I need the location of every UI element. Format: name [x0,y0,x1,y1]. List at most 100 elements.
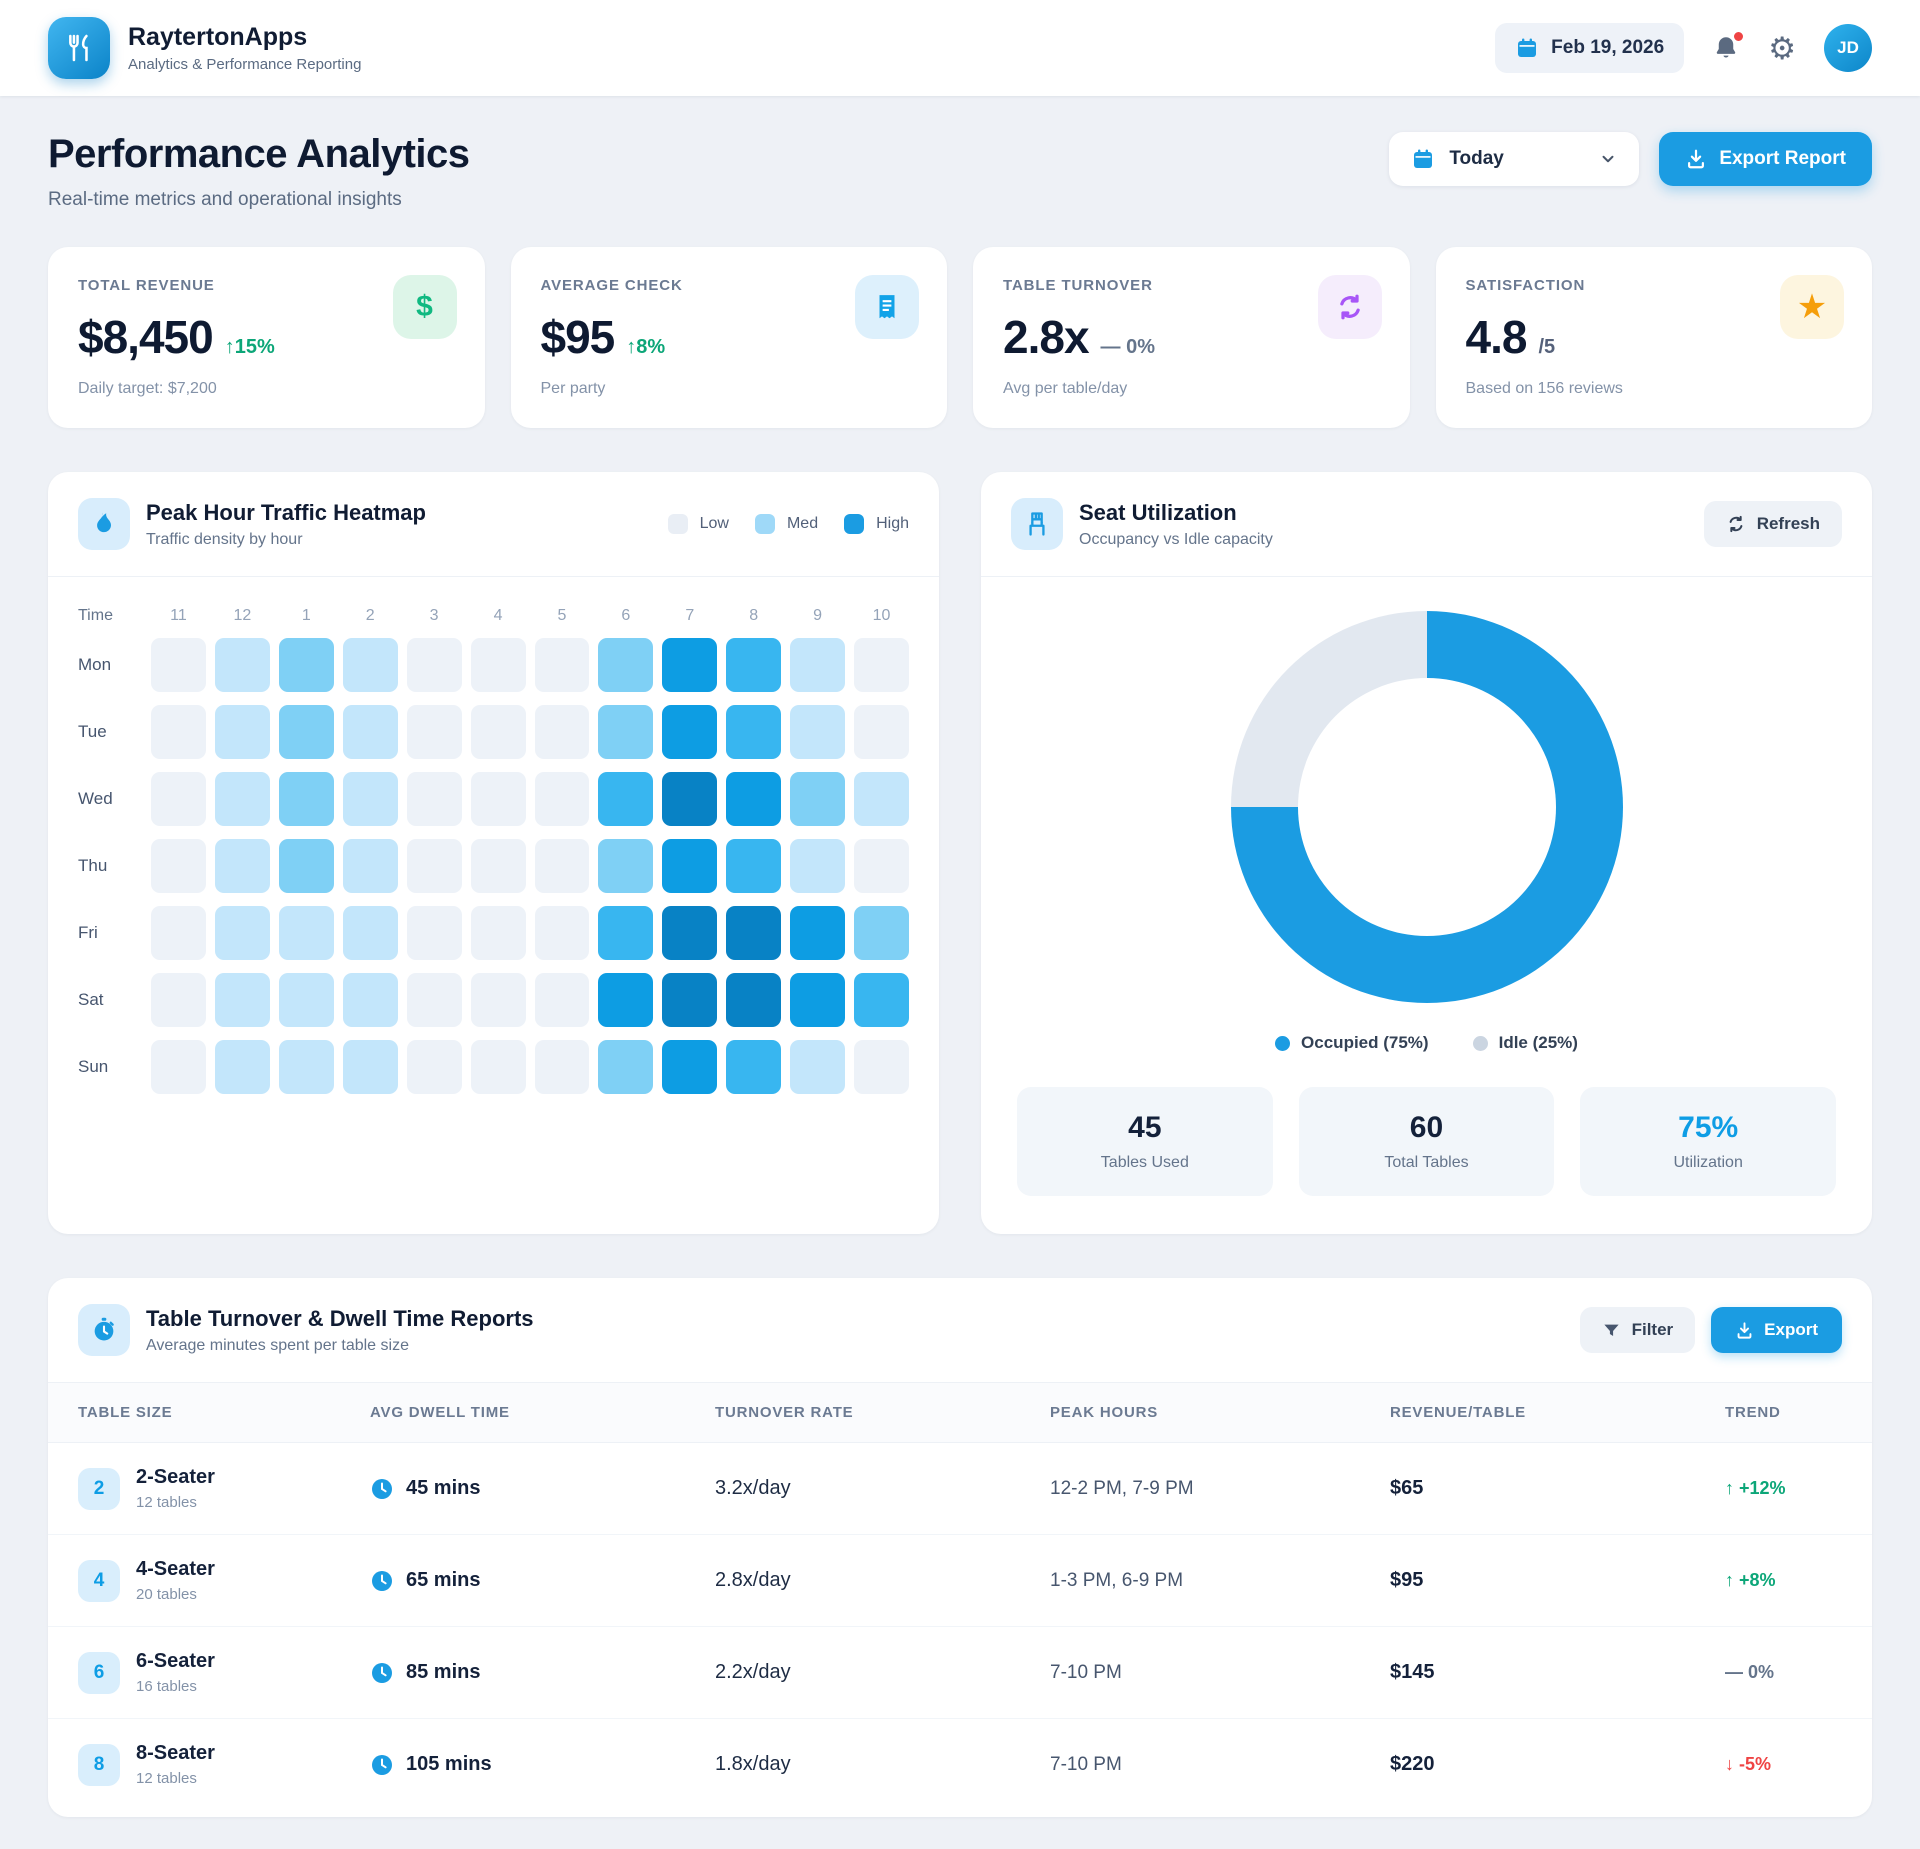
heatmap-hour-label: 5 [535,607,590,625]
heatmap-cell [407,1040,462,1094]
donut-hole [1298,678,1556,936]
table-size-cell: 8 8-Seater 12 tables [78,1742,370,1787]
heatmap-cell [535,973,590,1027]
filter-button[interactable]: Filter [1580,1307,1696,1353]
legend-swatch-low [668,514,688,534]
heatmap-hour-label: 8 [726,607,781,625]
heatmap-cell [151,705,206,759]
seat-utilization-card: Seat Utilization Occupancy vs Idle capac… [981,472,1872,1234]
revenue-cell: $145 [1390,1661,1725,1684]
heatmap-cell [854,638,909,692]
table-size-name: 2-Seater [136,1466,215,1489]
kpi-value: 2.8x [1003,310,1089,364]
heatmap-cell [407,705,462,759]
dollar-icon: $ [416,290,433,324]
date-chip[interactable]: Feb 19, 2026 [1495,23,1684,73]
heatmap-cell [407,638,462,692]
table-count: 16 tables [136,1678,215,1695]
clock-icon [370,1569,394,1593]
dwell-time-cell: 65 mins [370,1569,715,1593]
download-icon [1735,1321,1754,1340]
kpi-icon-chip [855,275,919,339]
heatmap-hour-label: 1 [279,607,334,625]
page-controls: Today Export Report [1389,132,1872,186]
heatmap-grid: Time111212345678910MonTueWedThuFriSatSun [78,607,909,1094]
stopwatch-icon-chip [78,1304,130,1356]
kpi-note: Daily target: $7,200 [78,380,455,398]
app-logo [48,17,110,79]
heatmap-cell [854,906,909,960]
heatmap-cell [471,705,526,759]
app-name: RaytertonApps [128,23,361,52]
report-title: Table Turnover & Dwell Time Reports [146,1306,534,1332]
date-range-label: Today [1449,148,1504,170]
occupied-dot [1275,1036,1290,1051]
heatmap-day-label: Tue [78,722,142,742]
kpi-delta: ↑8% [626,336,665,359]
size-badge: 4 [78,1560,120,1602]
occupied-legend-label: Occupied (75%) [1301,1033,1429,1053]
heatmap-cell [407,973,462,1027]
legend-swatch-high [844,514,864,534]
col-header-table-size: TABLE SIZE [78,1404,370,1421]
settings-button[interactable]: ⚙ [1768,33,1796,64]
heatmap-cell [535,906,590,960]
heatmap-cell [726,638,781,692]
seat-legend: Occupied (75%) Idle (25%) [1017,1033,1836,1053]
export-report-button[interactable]: Export Report [1659,132,1872,186]
kpi-icon-chip: ★ [1780,275,1844,339]
heatmap-cell [279,638,334,692]
legend-swatch-med [755,514,775,534]
heatmap-day-label: Mon [78,655,142,675]
filter-icon [1602,1321,1621,1340]
size-badge: 8 [78,1744,120,1786]
heatmap-cell [535,705,590,759]
heatmap-cell [726,705,781,759]
heatmap-cell [598,638,653,692]
date-range-select[interactable]: Today [1389,132,1639,186]
heatmap-cell [279,705,334,759]
heatmap-cell [790,906,845,960]
heatmap-cell [535,638,590,692]
trend-cell: ↑ +8% [1725,1570,1842,1591]
utensils-icon [63,32,95,64]
heatmap-cell [662,839,717,893]
heatmap-cell [279,839,334,893]
heatmap-cell [535,772,590,826]
seat-title: Seat Utilization [1079,500,1273,526]
heatmap-hour-label: 3 [407,607,462,625]
heatmap-cell [662,1040,717,1094]
chair-icon-chip [1011,498,1063,550]
heatmap-cell [598,906,653,960]
table-row: 8 8-Seater 12 tables 105 mins 1.8x/day 7… [48,1719,1872,1817]
heatmap-cell [598,839,653,893]
clock-icon [370,1661,394,1685]
heatmap-cell [662,638,717,692]
export-button[interactable]: Export [1711,1307,1842,1353]
size-badge: 6 [78,1652,120,1694]
seat-subtitle: Occupancy vs Idle capacity [1079,531,1273,549]
user-avatar[interactable]: JD [1824,24,1872,72]
refresh-button[interactable]: Refresh [1704,501,1842,547]
table-size-cell: 6 6-Seater 16 tables [78,1650,370,1695]
heatmap-cell [215,705,270,759]
heatmap-cell [662,906,717,960]
heatmap-legend: Low Med High [654,514,909,534]
heatmap-cell [726,973,781,1027]
app-subtitle: Analytics & Performance Reporting [128,56,361,73]
stopwatch-icon [90,1316,118,1344]
heatmap-cell [279,772,334,826]
report-rows: 2 2-Seater 12 tables 45 mins 3.2x/day 12… [48,1443,1872,1817]
heatmap-hour-label: 12 [215,607,270,625]
page-header: Performance Analytics Real-time metrics … [48,132,1872,211]
kpi-card-satisfaction: SATISFACTION 4.8 /5 Based on 156 reviews… [1436,247,1873,428]
heatmap-cell [343,906,398,960]
turnover-rate-cell: 2.2x/day [715,1661,1050,1684]
refresh-icon [1335,292,1365,322]
heatmap-cell [790,772,845,826]
heatmap-hour-label: 6 [598,607,653,625]
heatmap-card: Peak Hour Traffic Heatmap Traffic densit… [48,472,939,1234]
notifications-button[interactable] [1712,34,1740,62]
col-header-peak-hours: PEAK HOURS [1050,1404,1390,1421]
heatmap-cell [215,906,270,960]
